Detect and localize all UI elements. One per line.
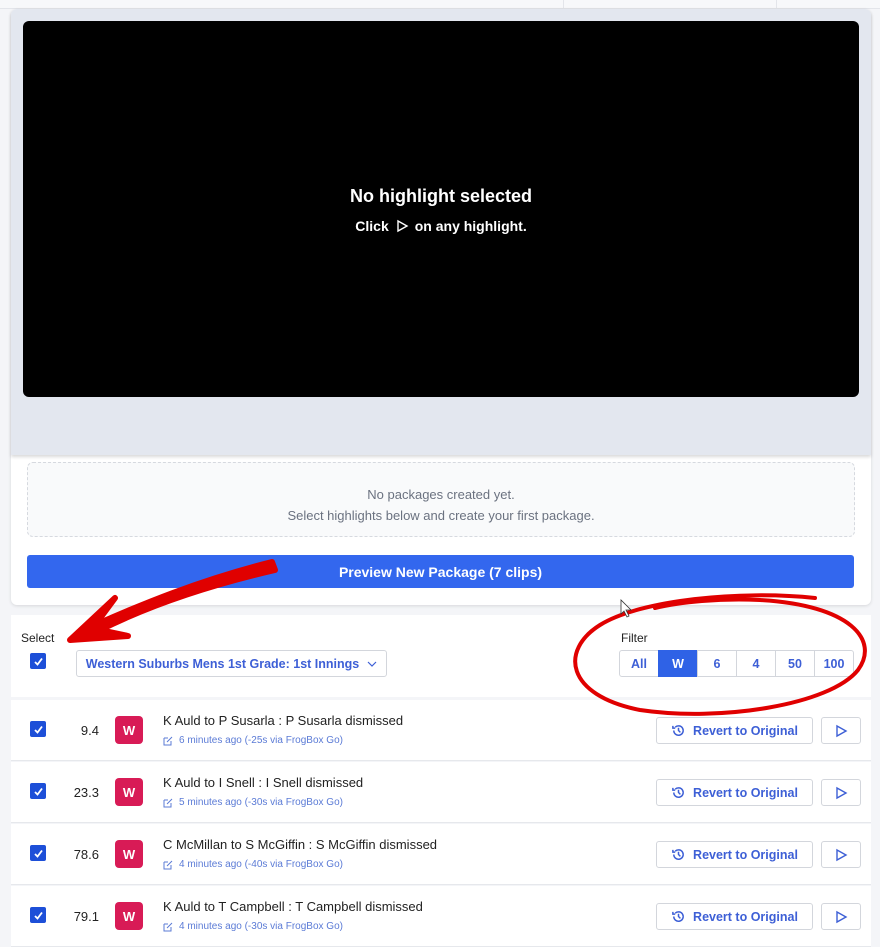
over-number: 78.6 <box>73 847 99 862</box>
history-icon <box>672 725 684 736</box>
revert-button[interactable]: Revert to Original <box>656 841 813 868</box>
revert-button[interactable]: Revert to Original <box>656 903 813 930</box>
history-icon <box>672 787 684 798</box>
highlight-title: K Auld to T Campbell : T Campbell dismis… <box>163 899 423 914</box>
select-all-checkbox[interactable] <box>30 653 46 669</box>
filter-group: All W 6 4 50 100 <box>619 650 854 677</box>
check-icon <box>33 911 43 920</box>
player-card: No highlight selected Click on any highl… <box>11 9 871 605</box>
list-header: Select Western Suburbs Mens 1st Grade: 1… <box>11 615 871 697</box>
filter-6[interactable]: 6 <box>697 650 737 677</box>
check-icon <box>33 725 43 734</box>
video-player: No highlight selected Click on any highl… <box>11 9 871 455</box>
row-checkbox[interactable] <box>30 783 46 799</box>
highlight-row: 78.6 W C McMillan to S McGiffin : S McGi… <box>11 824 871 885</box>
revert-button[interactable]: Revert to Original <box>656 779 813 806</box>
revert-button[interactable]: Revert to Original <box>656 717 813 744</box>
packages-empty-state: No packages created yet. Select highligh… <box>27 462 855 537</box>
highlight-title: K Auld to P Susarla : P Susarla dismisse… <box>163 713 404 728</box>
filter-w[interactable]: W <box>658 650 698 677</box>
video-area[interactable]: No highlight selected Click on any highl… <box>23 21 859 397</box>
check-icon <box>33 849 43 858</box>
highlight-meta: 5 minutes ago (-30s via FrogBox Go) <box>163 797 343 808</box>
no-highlight-title: No highlight selected <box>349 186 532 206</box>
highlight-meta: 4 minutes ago (-30s via FrogBox Go) <box>163 921 343 932</box>
filter-100[interactable]: 100 <box>814 650 854 677</box>
top-strip <box>0 0 880 9</box>
play-button[interactable] <box>821 903 861 930</box>
highlight-title: C McMillan to S McGiffin : S McGiffin di… <box>163 837 438 852</box>
row-checkbox[interactable] <box>30 721 46 737</box>
edit-icon <box>163 798 173 807</box>
highlight-row: 79.1 W K Auld to T Campbell : T Campbell… <box>11 886 871 947</box>
filter-4[interactable]: 4 <box>736 650 776 677</box>
play-icon <box>836 848 848 861</box>
play-icon <box>836 786 848 799</box>
wicket-badge: W <box>115 778 143 806</box>
preview-package-button[interactable]: Preview New Package (7 clips) <box>27 555 854 588</box>
innings-dropdown[interactable]: Western Suburbs Mens 1st Grade: 1st Inni… <box>76 650 387 677</box>
wicket-badge: W <box>115 902 143 930</box>
row-checkbox[interactable] <box>30 845 46 861</box>
over-number: 79.1 <box>73 909 99 924</box>
check-icon <box>33 787 43 796</box>
play-button[interactable] <box>821 717 861 744</box>
highlight-row: 23.3 W K Auld to I Snell : I Snell dismi… <box>11 762 871 823</box>
check-icon <box>33 657 43 666</box>
filter-label: Filter <box>621 631 648 645</box>
row-checkbox[interactable] <box>30 907 46 923</box>
play-icon <box>397 219 409 233</box>
play-button[interactable] <box>821 841 861 868</box>
edit-icon <box>163 736 173 745</box>
highlight-meta: 4 minutes ago (-40s via FrogBox Go) <box>163 859 343 870</box>
edit-icon <box>163 860 173 869</box>
highlight-meta: 6 minutes ago (-25s via FrogBox Go) <box>163 735 343 746</box>
player-hint: Click on any highlight. <box>355 218 527 234</box>
edit-icon <box>163 922 173 931</box>
wicket-badge: W <box>115 840 143 868</box>
wicket-badge: W <box>115 716 143 744</box>
over-number: 9.4 <box>80 723 99 738</box>
highlight-title: K Auld to I Snell : I Snell dismissed <box>163 775 364 790</box>
history-icon <box>672 849 684 860</box>
highlight-row: 9.4 W K Auld to P Susarla : P Susarla di… <box>11 700 871 761</box>
filter-50[interactable]: 50 <box>775 650 815 677</box>
play-icon <box>836 910 848 923</box>
play-icon <box>836 724 848 737</box>
select-label: Select <box>21 631 55 645</box>
chevron-down-icon <box>367 661 377 667</box>
play-button[interactable] <box>821 779 861 806</box>
history-icon <box>672 911 684 922</box>
filter-all[interactable]: All <box>619 650 659 677</box>
over-number: 23.3 <box>73 785 99 800</box>
